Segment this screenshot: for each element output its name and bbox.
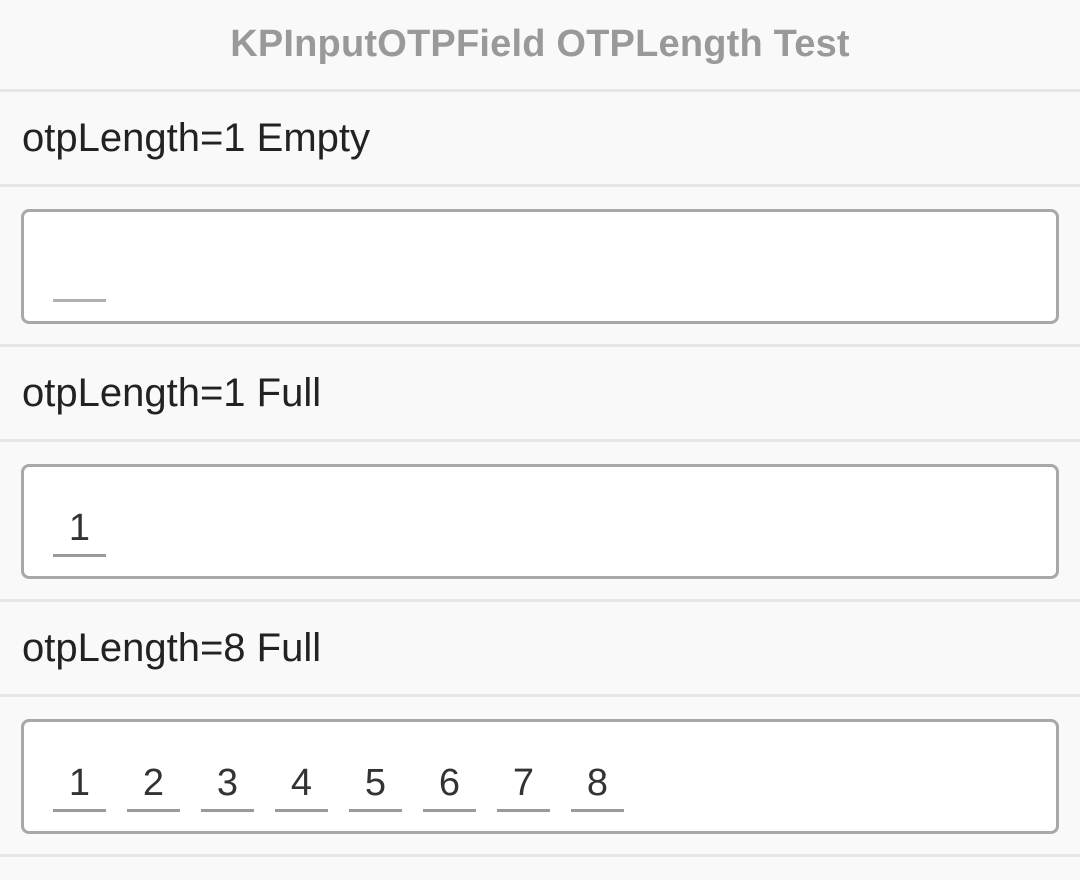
otp-cell[interactable]	[53, 252, 106, 302]
otp-field-otp8-full[interactable]: 1 2 3 4 5 6 7 8	[21, 719, 1059, 834]
otp-cell[interactable]: 8	[571, 762, 624, 812]
otp-cell[interactable]: 3	[201, 762, 254, 812]
otp-cell[interactable]: 5	[349, 762, 402, 812]
otp-slots: 1 2 3 4 5 6 7 8	[53, 762, 624, 812]
otp-row-otp1-empty	[0, 187, 1080, 347]
otp-slots: 1	[53, 507, 106, 557]
page-title: KPInputOTPField OTPLength Test	[230, 23, 850, 65]
otp-cell[interactable]: 7	[497, 762, 550, 812]
otp-row-otp1-full: 1	[0, 442, 1080, 602]
otp-slots	[53, 252, 106, 302]
otp-cell[interactable]: 1	[53, 762, 106, 812]
otp-field-otp1-full[interactable]: 1	[21, 464, 1059, 579]
section-label-otp1-full: otpLength=1 Full	[0, 347, 1080, 442]
section-label-otp1-empty: otpLength=1 Empty	[0, 92, 1080, 187]
otp-row-otp8-full: 1 2 3 4 5 6 7 8	[0, 697, 1080, 857]
title-bar: KPInputOTPField OTPLength Test	[0, 0, 1080, 92]
otp-cell[interactable]: 6	[423, 762, 476, 812]
section-label-otp8-full: otpLength=8 Full	[0, 602, 1080, 697]
otp-cell[interactable]: 2	[127, 762, 180, 812]
otp-cell[interactable]: 1	[53, 507, 106, 557]
otp-cell[interactable]: 4	[275, 762, 328, 812]
otp-field-otp1-empty[interactable]	[21, 209, 1059, 324]
